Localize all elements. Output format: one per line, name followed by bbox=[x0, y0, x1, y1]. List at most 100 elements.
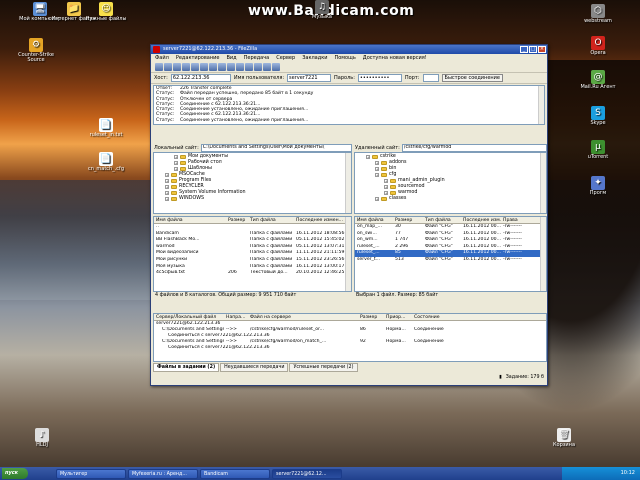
desktop-icon-10[interactable]: S Skype bbox=[572, 106, 624, 126]
maximize-button[interactable]: □ bbox=[529, 46, 537, 53]
port-input[interactable] bbox=[422, 74, 439, 82]
site-manager-icon[interactable] bbox=[155, 63, 163, 71]
local-file-row[interactable]: Bandicam Папка с файлами 16.11.2012 18:08:… bbox=[154, 231, 351, 238]
local-col-header[interactable]: Имя файла bbox=[154, 217, 226, 223]
desktop-icon-12[interactable]: ✦ Прогм bbox=[572, 176, 624, 196]
local-expand-icon[interactable]: + bbox=[174, 161, 178, 165]
remote-dir-tree[interactable]: + cstrike + addons + bin + cfg + mani_admin_plugi… bbox=[354, 152, 547, 214]
minimize-button[interactable]: _ bbox=[520, 46, 528, 53]
menu-item-4[interactable]: Сервер bbox=[276, 54, 295, 62]
taskbar-task-1[interactable]: Myfexeria.ru : Аренд... bbox=[128, 468, 198, 479]
queue-tab-0[interactable]: Файлы в задании (2) bbox=[153, 363, 220, 372]
menu-item-3[interactable]: Передача bbox=[244, 54, 270, 62]
remote-col-header[interactable]: Права bbox=[501, 217, 541, 223]
local-expand-icon[interactable]: + bbox=[165, 173, 169, 177]
log-scrollbar[interactable] bbox=[538, 86, 544, 124]
sync-browse-icon[interactable] bbox=[263, 63, 271, 71]
message-log[interactable]: Ответ: 226 Transfer complete Статус: Файл п… bbox=[153, 85, 545, 125]
local-file-row[interactable]: Моя музыка Папка с файлами 16.11.2012 13:0… bbox=[154, 264, 351, 271]
desktop-icon-13[interactable]: ♪ HLDJ bbox=[16, 428, 68, 448]
toggle-log-icon[interactable] bbox=[164, 63, 172, 71]
local-file-row[interactable]: .. bbox=[154, 224, 351, 231]
local-dir-tree[interactable]: + Мои документы + Рабочий стол + Шаблоны + MSOC… bbox=[153, 152, 352, 214]
disconnect-icon[interactable] bbox=[227, 63, 235, 71]
local-site-input[interactable] bbox=[200, 143, 352, 152]
local-col-header[interactable]: Последнее измен... bbox=[294, 217, 346, 223]
local-tree-scrollbar[interactable] bbox=[345, 153, 351, 213]
local-list-scrollbar[interactable] bbox=[345, 217, 351, 291]
window-titlebar[interactable]: server7221@62.122.213.36 - FileZilla _ □… bbox=[151, 45, 547, 54]
desktop-icon-2[interactable]: ☺ Нужные файлы bbox=[80, 2, 132, 22]
transfer-queue[interactable]: Сервер/Локальный файл Напра... Файл на сер… bbox=[153, 313, 547, 362]
local-file-row[interactable]: 4с5сфыв.txt 206 Текстовый до... 20.10.2012 … bbox=[154, 270, 351, 277]
local-expand-icon[interactable]: + bbox=[174, 167, 178, 171]
queue-col-header[interactable]: Файл на сервере bbox=[248, 314, 358, 320]
toggle-remote-tree-icon[interactable] bbox=[182, 63, 190, 71]
remote-expand-icon[interactable]: + bbox=[375, 167, 379, 171]
remote-expand-icon[interactable]: + bbox=[366, 155, 370, 159]
desktop-icon-11[interactable]: µ uTorrent bbox=[572, 140, 624, 160]
local-tree-item[interactable]: + WINDOWS bbox=[154, 196, 351, 202]
remote-site-input[interactable] bbox=[401, 143, 547, 152]
menu-item-2[interactable]: Вид bbox=[226, 54, 236, 62]
remote-file-row[interactable]: on_wm... 1 747 Файл "CFG" 16.11.2012 00... -… bbox=[355, 237, 546, 244]
compare-icon[interactable] bbox=[254, 63, 262, 71]
queue-col-header[interactable]: Сервер/Локальный файл bbox=[154, 314, 224, 320]
local-expand-icon[interactable]: + bbox=[165, 191, 169, 195]
desktop-icon-5[interactable]: 📄 ruleset_in.txt bbox=[80, 118, 132, 138]
toggle-queue-icon[interactable] bbox=[191, 63, 199, 71]
local-col-header[interactable]: Размер bbox=[226, 217, 248, 223]
local-col-header[interactable]: Тип файла bbox=[248, 217, 294, 223]
queue-col-header[interactable]: Размер bbox=[358, 314, 384, 320]
remote-file-list[interactable]: Имя файла Размер Тип файла Последнее изм...… bbox=[354, 216, 547, 292]
remote-expand-icon[interactable]: + bbox=[384, 191, 388, 195]
cancel-icon[interactable] bbox=[218, 63, 226, 71]
close-button[interactable]: × bbox=[538, 46, 546, 53]
queue-col-header[interactable]: Состояние bbox=[412, 314, 542, 320]
remote-col-header[interactable]: Имя файла bbox=[355, 217, 393, 223]
filter-icon[interactable] bbox=[245, 63, 253, 71]
queue-tab-2[interactable]: Успешные передачи (2) bbox=[289, 363, 358, 372]
desktop-icon-8[interactable]: O Opera bbox=[572, 36, 624, 56]
queue-col-header[interactable]: Приор... bbox=[384, 314, 412, 320]
local-file-row[interactable]: Мои рисунки Папка с файлами 15.11.2012 23:… bbox=[154, 257, 351, 264]
local-expand-icon[interactable]: + bbox=[165, 179, 169, 183]
menu-item-1[interactable]: Редактирование bbox=[176, 54, 220, 62]
host-input[interactable] bbox=[170, 74, 231, 82]
start-button[interactable]: пуск bbox=[2, 468, 28, 479]
remote-file-row[interactable]: ruleset_... 2 296 Файл "CFG" 16.11.2012 00.… bbox=[355, 244, 546, 251]
search-icon[interactable] bbox=[272, 63, 280, 71]
toggle-local-tree-icon[interactable] bbox=[173, 63, 181, 71]
reconnect-icon[interactable] bbox=[236, 63, 244, 71]
menu-item-7[interactable]: Доступна новая версия! bbox=[363, 54, 427, 62]
menu-item-6[interactable]: Помощь bbox=[334, 54, 355, 62]
remote-file-row[interactable]: on_map_... 30 Файл "CFG" 16.11.2012 00... -r… bbox=[355, 224, 546, 231]
local-file-row[interactable]: BB FlashBack Mo... Папка с файлами 05.11.2… bbox=[154, 237, 351, 244]
refresh-icon[interactable] bbox=[200, 63, 208, 71]
remote-col-header[interactable]: Тип файла bbox=[423, 217, 461, 223]
remote-tree-scrollbar[interactable] bbox=[540, 153, 546, 213]
local-expand-icon[interactable]: + bbox=[165, 197, 169, 201]
taskbar-task-3[interactable]: server7221@62.12... bbox=[272, 468, 342, 479]
local-file-row[interactable]: warmod Папка с файлами 05.11.2012 13:07:31 bbox=[154, 244, 351, 251]
password-input[interactable] bbox=[357, 74, 402, 82]
local-expand-icon[interactable]: + bbox=[174, 155, 178, 159]
desktop-icon-14[interactable]: 🗑 Корзина bbox=[538, 428, 590, 448]
remote-expand-icon[interactable]: + bbox=[384, 179, 388, 183]
desktop-icon-3[interactable]: ♫ Музыка bbox=[296, 0, 348, 20]
remote-col-header[interactable]: Размер bbox=[393, 217, 423, 223]
desktop-icon-9[interactable]: @ Mail.Ru Агент bbox=[572, 70, 624, 90]
remote-tree-item[interactable]: + classes bbox=[355, 196, 546, 202]
quickconnect-button[interactable]: Быстрое соединение bbox=[441, 74, 503, 82]
remote-file-row[interactable]: server_t... 513 Файл "CFG" 16.11.2012 00...… bbox=[355, 257, 546, 264]
taskbar-task-0[interactable]: Мультигер bbox=[56, 468, 126, 479]
remote-expand-icon[interactable]: + bbox=[384, 185, 388, 189]
remote-file-row[interactable]: on_swi... 77 Файл "CFG" 16.11.2012 00... -rw… bbox=[355, 231, 546, 238]
remote-expand-icon[interactable]: + bbox=[375, 161, 379, 165]
username-input[interactable] bbox=[287, 74, 332, 82]
local-file-row[interactable]: Мои видеозаписи Папка с файлами 11.11.2012… bbox=[154, 250, 351, 257]
local-expand-icon[interactable]: + bbox=[165, 185, 169, 189]
remote-expand-icon[interactable]: + bbox=[375, 197, 379, 201]
menu-item-0[interactable]: Файл bbox=[155, 54, 169, 62]
remote-col-header[interactable]: Последнее изм... bbox=[461, 217, 501, 223]
